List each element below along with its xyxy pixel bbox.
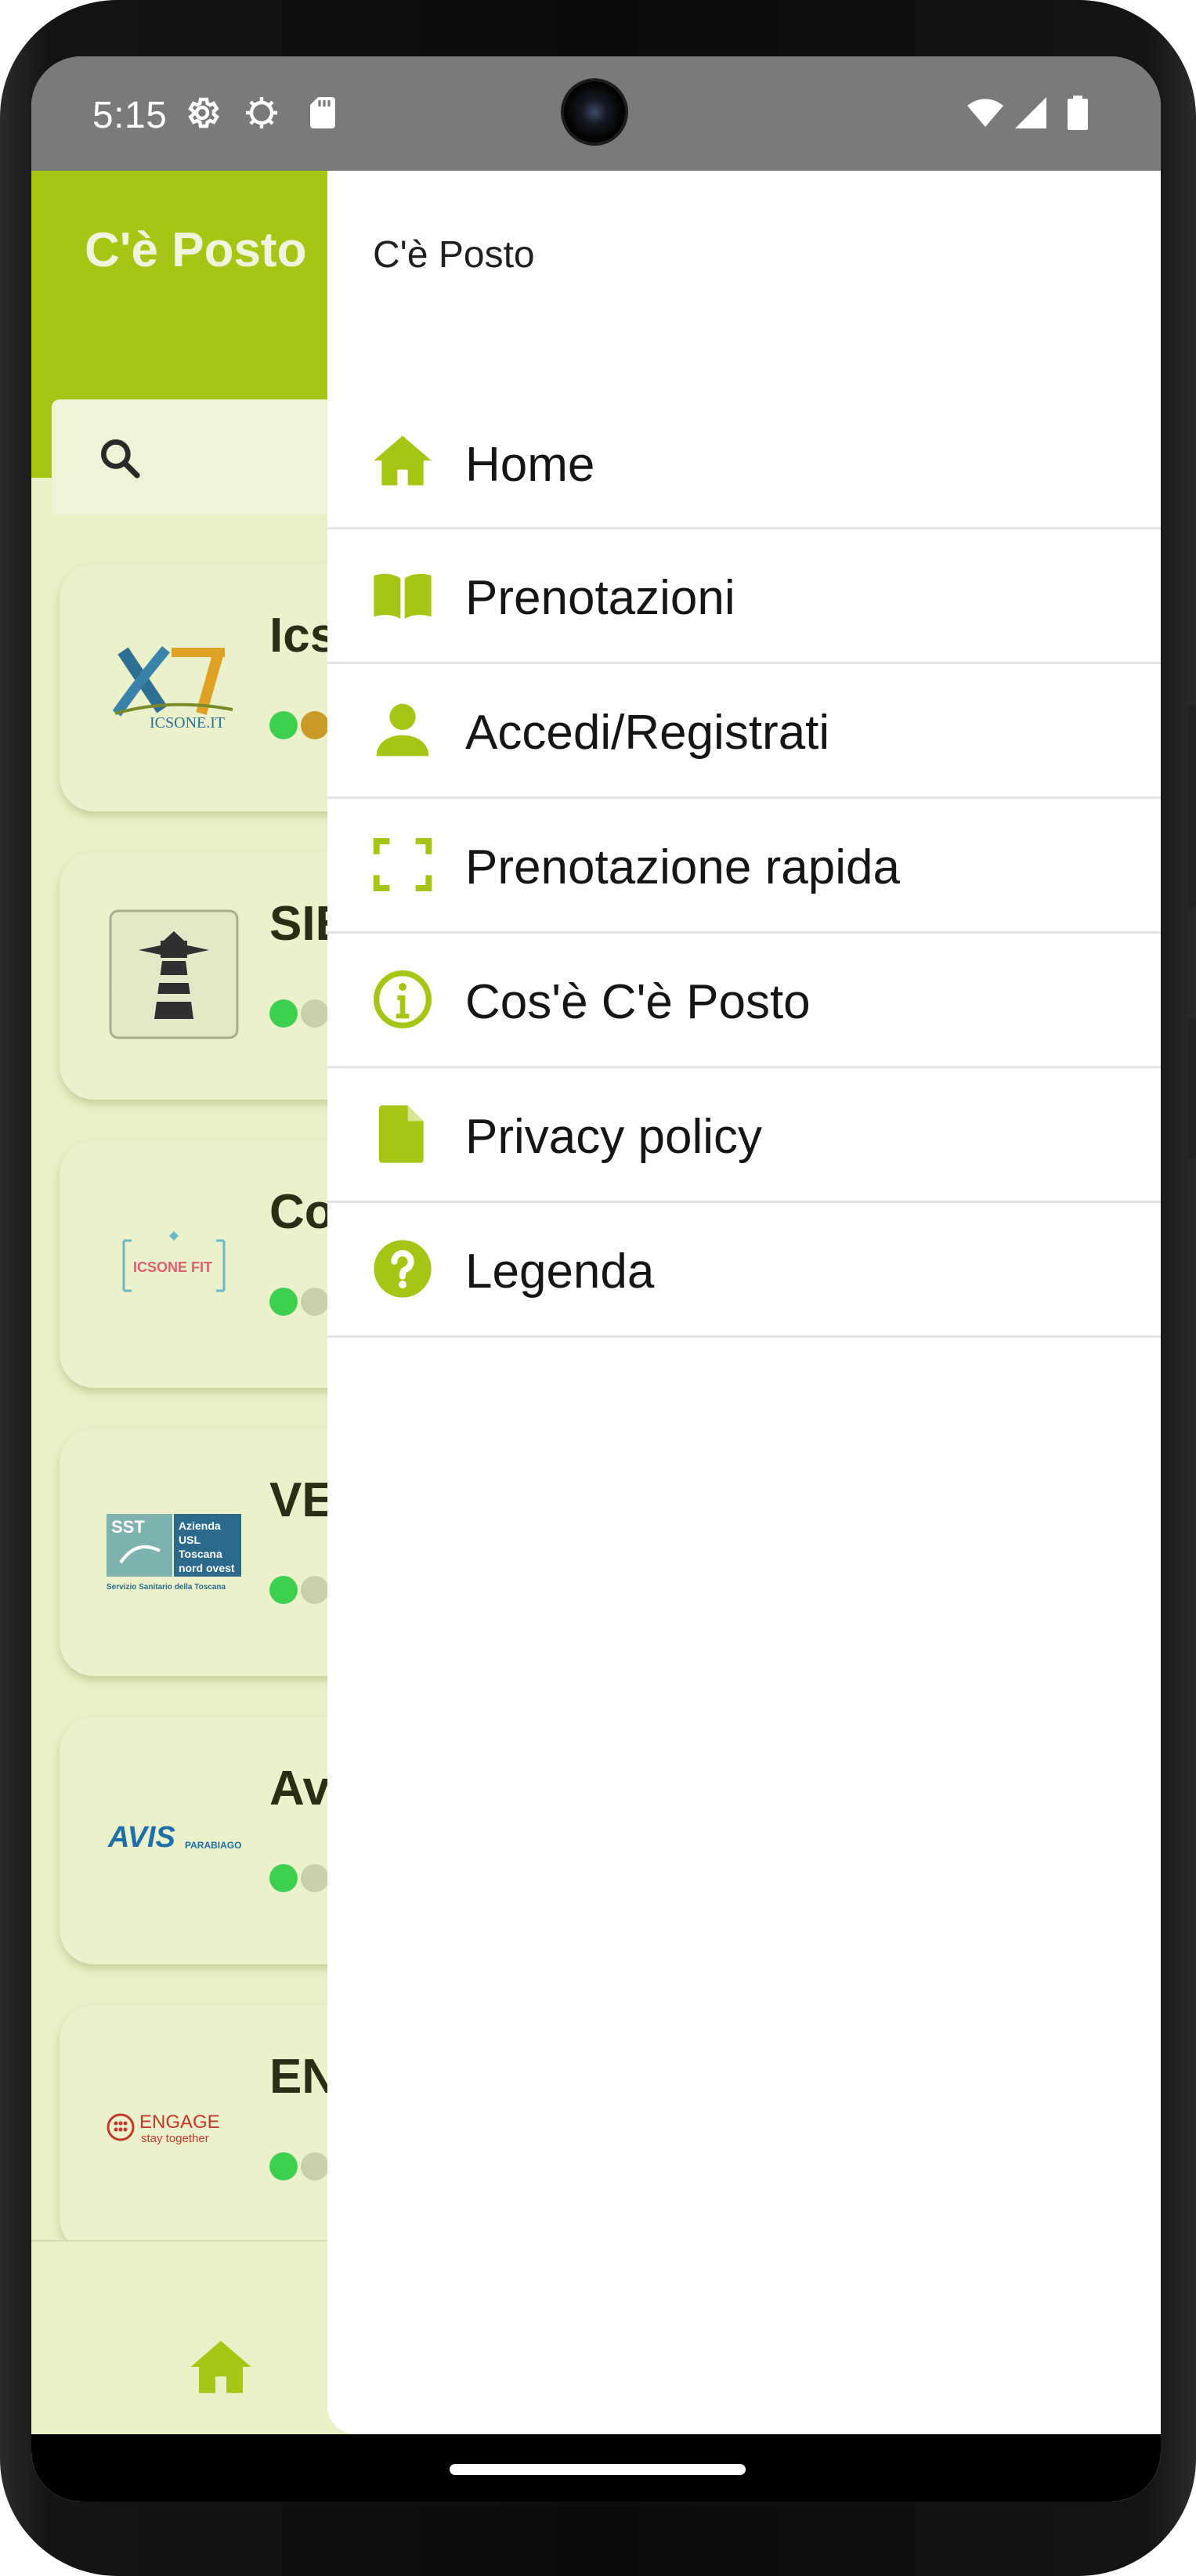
help-icon bbox=[374, 1240, 432, 1298]
place-name: VE bbox=[269, 1473, 334, 1527]
volume-button bbox=[1188, 705, 1196, 909]
drawer-item-home[interactable]: Home bbox=[327, 423, 1161, 529]
status-dot bbox=[301, 2152, 329, 2180]
drawer-item-label: Legenda bbox=[465, 1245, 655, 1299]
place-name: Co bbox=[269, 1185, 334, 1239]
logo-text: AVIS bbox=[107, 1821, 175, 1854]
status-dot bbox=[301, 1576, 329, 1604]
status-dot bbox=[269, 999, 298, 1028]
drawer-item-label: Prenotazioni bbox=[465, 571, 735, 625]
svg-text:PARABIAGO: PARABIAGO bbox=[185, 1840, 241, 1851]
place-logo: ENGAGE stay together bbox=[103, 2057, 244, 2198]
logo-text: SST bbox=[111, 1517, 145, 1537]
status-dot bbox=[301, 711, 329, 739]
status-dot bbox=[269, 1576, 298, 1604]
home-gesture-handle[interactable] bbox=[450, 2464, 746, 2475]
person-icon bbox=[376, 703, 429, 757]
settings-icon bbox=[188, 97, 219, 128]
drawer-item-cos-e-ce-posto[interactable]: Cos'è C'è Posto bbox=[327, 934, 1161, 1068]
drawer-item-accedi-registrati[interactable]: Accedi/Registrati bbox=[327, 664, 1161, 799]
document-icon bbox=[379, 1105, 424, 1163]
svg-text:stay together: stay together bbox=[141, 2132, 209, 2145]
status-dot bbox=[269, 2152, 298, 2180]
scan-frame-icon bbox=[373, 838, 432, 891]
signal-icon bbox=[1015, 97, 1046, 128]
app-title: C'è Posto bbox=[85, 223, 307, 277]
screen: 5:15 C'è Posto ICSONE.IT Ics SIE ICSONE … bbox=[31, 56, 1161, 2502]
front-camera bbox=[561, 78, 628, 146]
place-logo: ICSONE.IT bbox=[103, 616, 244, 757]
status-bar: 5:15 bbox=[31, 56, 1161, 171]
svg-text:nord ovest: nord ovest bbox=[179, 1562, 235, 1574]
status-dot bbox=[301, 1288, 329, 1316]
drawer-item-label: Prenotazione rapida bbox=[465, 840, 900, 894]
debug-icon bbox=[246, 97, 277, 128]
place-logo: AVIS PARABIAGO bbox=[103, 1769, 244, 1909]
book-icon bbox=[374, 573, 432, 619]
sd-card-icon bbox=[310, 97, 335, 128]
wifi-icon bbox=[967, 99, 1003, 127]
place-logo: ICSONE FIT bbox=[103, 1192, 244, 1333]
status-dot bbox=[269, 1288, 298, 1316]
drawer-item-label: Privacy policy bbox=[465, 1110, 762, 1164]
drawer-menu: Home Prenotazioni Accedi/Registrati Pren… bbox=[327, 423, 1161, 1338]
power-button bbox=[1188, 1018, 1196, 1159]
drawer-item-prenotazione-rapida[interactable]: Prenotazione rapida bbox=[327, 799, 1161, 934]
drawer-item-legenda[interactable]: Legenda bbox=[327, 1203, 1161, 1338]
status-time: 5:15 bbox=[92, 95, 168, 136]
svg-text:USL: USL bbox=[179, 1534, 201, 1546]
system-navigation-bar bbox=[31, 2434, 1161, 2502]
drawer-item-label: Accedi/Registrati bbox=[465, 706, 830, 760]
logo-text: ENGAGE bbox=[139, 2112, 220, 2133]
svg-text:Azienda: Azienda bbox=[179, 1519, 221, 1532]
status-dot bbox=[301, 1864, 329, 1892]
home-icon bbox=[374, 435, 432, 486]
drawer-item-label: Home bbox=[465, 438, 595, 492]
logo-text: ICSONE.IT bbox=[150, 714, 225, 732]
svg-text:Toscana: Toscana bbox=[179, 1548, 222, 1560]
status-dot bbox=[269, 1864, 298, 1892]
drawer-item-prenotazioni[interactable]: Prenotazioni bbox=[327, 529, 1161, 664]
drawer-header-title: C'è Posto bbox=[373, 234, 535, 276]
place-name: Av bbox=[269, 1761, 330, 1815]
phone-frame: 5:15 C'è Posto ICSONE.IT Ics SIE ICSONE … bbox=[0, 0, 1196, 2576]
home-icon[interactable] bbox=[188, 2334, 254, 2400]
drawer-item-label: Cos'è C'è Posto bbox=[465, 975, 811, 1029]
status-dot bbox=[269, 711, 298, 739]
navigation-drawer: C'è Posto Home Prenotazioni Accedi/Regis… bbox=[327, 171, 1161, 2434]
search-icon bbox=[100, 439, 140, 479]
info-icon bbox=[374, 970, 432, 1028]
status-dot bbox=[301, 999, 329, 1028]
drawer-item-privacy-policy[interactable]: Privacy policy bbox=[327, 1068, 1161, 1203]
place-logo: SST Azienda USL Toscana nord ovest Servi… bbox=[103, 1480, 244, 1621]
battery-icon bbox=[1068, 96, 1088, 130]
logo-text: ICSONE FIT bbox=[133, 1259, 212, 1275]
svg-text:Servizio Sanitario della Tosca: Servizio Sanitario della Toscana bbox=[107, 1583, 226, 1591]
place-logo bbox=[103, 904, 244, 1045]
